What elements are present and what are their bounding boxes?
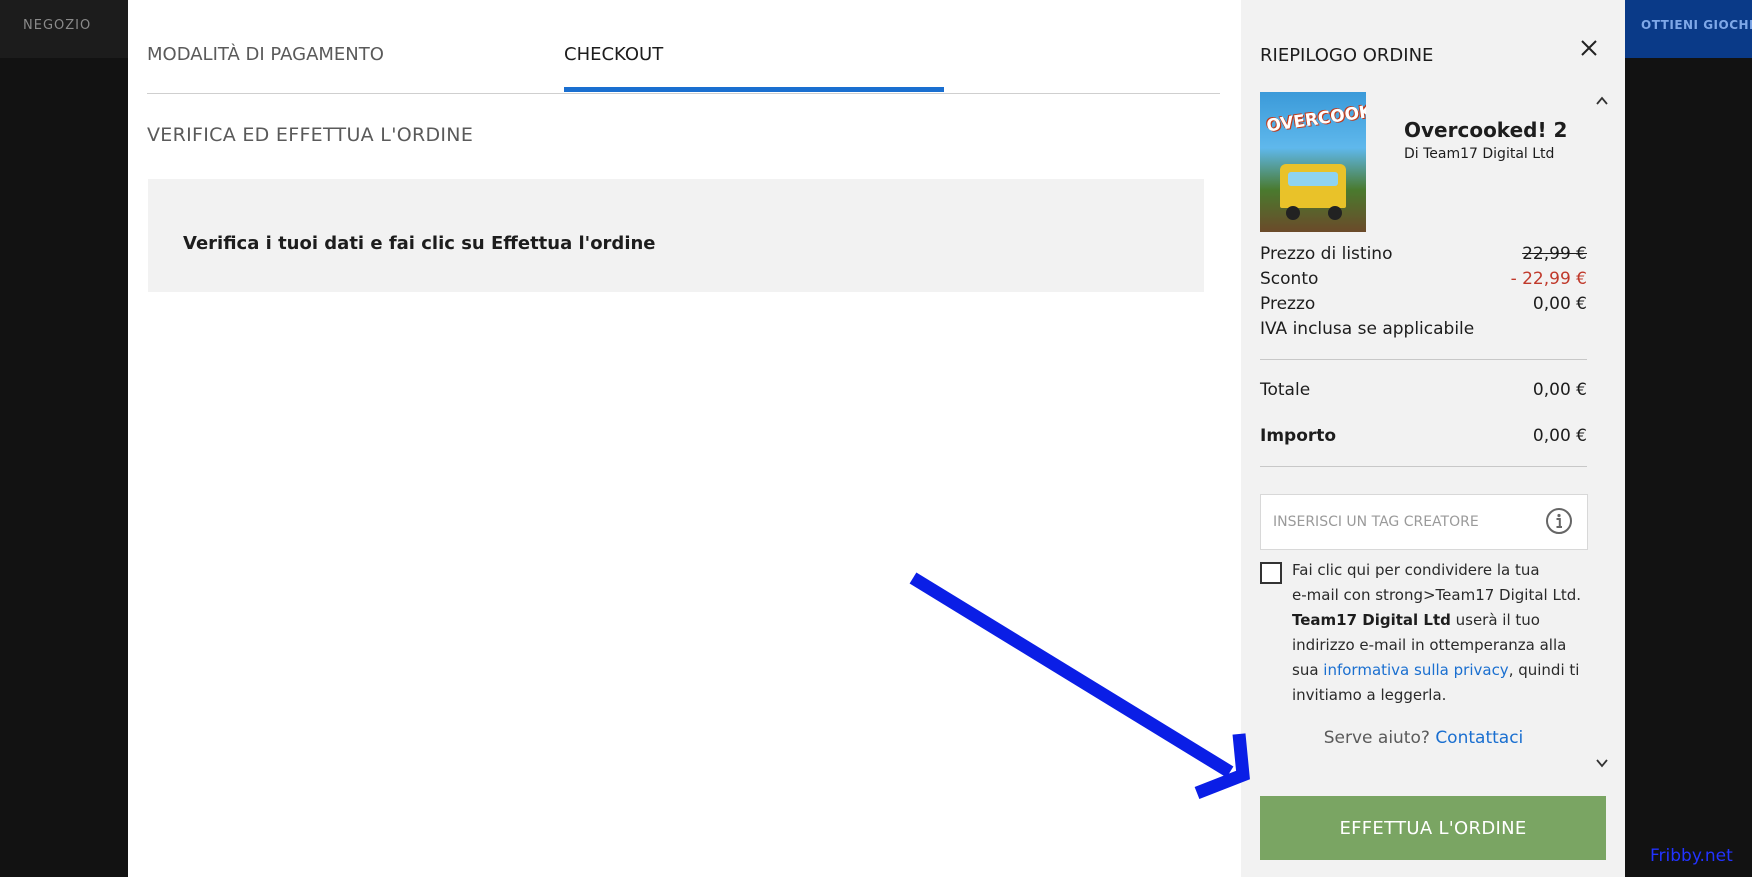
list-price-value: 22,99 € (1522, 244, 1587, 264)
game-developer: Di Team17 Digital Ltd (1404, 146, 1555, 162)
order-summary-title: RIEPILOGO ORDINE (1260, 45, 1434, 66)
consent-line: Fai clic qui per condividere la tua (1292, 561, 1540, 579)
consent-line: e-mail con strong>Team17 Digital Ltd. (1292, 586, 1581, 604)
consent-text: sua (1292, 661, 1324, 679)
summary-divider (1260, 466, 1587, 467)
consent-line: indirizzo e-mail in ottemperanza alla (1292, 636, 1567, 654)
share-email-checkbox[interactable] (1260, 562, 1282, 584)
discount-label: Sconto (1260, 269, 1319, 289)
scroll-down-icon[interactable] (1595, 756, 1609, 770)
vat-note: IVA inclusa se applicabile (1260, 319, 1475, 339)
background-nav-left: NEGOZIOI (23, 18, 132, 33)
get-games-label: OTTIENI GIOCHI E (1641, 18, 1752, 32)
consent-text: userà il tuo (1450, 611, 1540, 629)
review-notice: Verifica i tuoi dati e fai clic su Effet… (148, 179, 1204, 292)
privacy-policy-link[interactable]: informativa sulla privacy (1323, 661, 1508, 679)
creator-tag-box (1260, 494, 1588, 550)
total-value: 0,00 € (1532, 380, 1587, 400)
consent-line: sua informativa sulla privacy, quindi ti (1292, 658, 1582, 683)
consent-line: invitiamo a leggerla. (1292, 686, 1447, 704)
cover-truck-shape (1280, 164, 1346, 208)
tab-checkout[interactable]: CHECKOUT (564, 44, 663, 65)
amount-value: 0,00 € (1532, 426, 1587, 446)
nav-item-store: NEGOZIO (23, 18, 92, 33)
scroll-up-icon[interactable] (1595, 94, 1609, 108)
game-cover-logo: OVERCOOKED!2 (1265, 95, 1366, 137)
consent-publisher: Team17 Digital Ltd (1292, 611, 1451, 629)
summary-divider (1260, 359, 1587, 360)
discount-value: - 22,99 € (1510, 269, 1587, 289)
section-title: VERIFICA ED EFFETTUA L'ORDINE (147, 124, 474, 146)
get-games-button: OTTIENI GIOCHI E (1625, 0, 1752, 58)
help-text: Serve aiuto? (1323, 728, 1430, 748)
watermark: Fribby.net (1650, 846, 1733, 866)
tab-payment-method[interactable]: MODALITÀ DI PAGAMENTO (147, 44, 384, 65)
price-value: 0,00 € (1532, 294, 1587, 314)
price-label: Prezzo (1260, 294, 1316, 314)
checkout-tabs: MODALITÀ DI PAGAMENTO CHECKOUT (147, 0, 1220, 94)
share-email-consent: Fai clic qui per condividere la tua e-ma… (1292, 558, 1582, 708)
consent-text: , quindi ti (1508, 661, 1580, 679)
amount-label: Importo (1260, 426, 1337, 446)
cover-wheel (1286, 206, 1300, 220)
creator-tag-input[interactable] (1271, 507, 1535, 537)
checkout-modal: MODALITÀ DI PAGAMENTO CHECKOUT VERIFICA … (128, 0, 1625, 877)
close-icon[interactable] (1577, 36, 1601, 60)
info-icon[interactable] (1545, 507, 1573, 535)
list-price-label: Prezzo di listino (1260, 244, 1393, 264)
cover-wheel (1328, 206, 1342, 220)
checkout-main: MODALITÀ DI PAGAMENTO CHECKOUT VERIFICA … (128, 0, 1241, 877)
game-cover-image: OVERCOOKED!2 (1260, 92, 1366, 232)
order-summary-panel: RIEPILOGO ORDINE OVERCOOKED!2 Overcooked… (1241, 0, 1625, 877)
active-tab-indicator (564, 87, 944, 92)
game-title: Overcooked! 2 (1404, 118, 1568, 142)
help-line: Serve aiuto? Contattaci (1260, 728, 1587, 748)
review-notice-text: Verifica i tuoi dati e fai clic su Effet… (183, 233, 656, 254)
place-order-button[interactable]: EFFETTUA L'ORDINE (1260, 796, 1606, 860)
consent-line: Team17 Digital Ltd userà il tuo (1292, 608, 1582, 633)
contact-link[interactable]: Contattaci (1435, 728, 1523, 748)
total-label: Totale (1260, 380, 1311, 400)
